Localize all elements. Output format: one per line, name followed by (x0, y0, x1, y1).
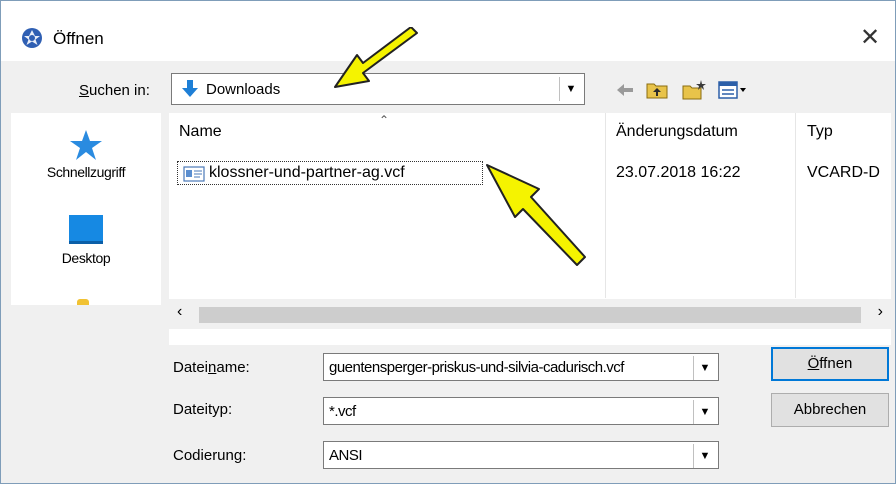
view-menu-icon[interactable] (717, 79, 747, 101)
column-header-name[interactable]: Name (179, 123, 222, 141)
column-header-date[interactable]: Änderungsdatum (616, 123, 738, 141)
download-arrow-icon (182, 80, 198, 97)
encoding-label: Codierung: (173, 447, 247, 464)
places-bar: Schnellzugriff Desktop (11, 113, 161, 305)
new-folder-icon[interactable] (681, 79, 707, 101)
chevron-down-icon[interactable]: ▼ (693, 400, 716, 424)
scroll-right-icon[interactable]: › (878, 303, 883, 321)
column-divider (795, 113, 796, 298)
up-folder-icon[interactable] (645, 79, 669, 101)
scroll-left-icon[interactable]: ‹ (177, 303, 182, 321)
place-desktop[interactable]: Desktop (11, 213, 161, 266)
chevron-down-icon[interactable]: ▼ (693, 444, 716, 468)
encoding-select[interactable]: ANSI ▼ (323, 441, 719, 469)
scroll-thumb[interactable] (199, 307, 861, 323)
filename-combo[interactable]: guentensperger-priskus-und-silvia-caduri… (323, 353, 719, 381)
filename-label-pre: Datei (173, 359, 209, 376)
encoding-value: ANSI (329, 447, 363, 464)
filename-input[interactable]: guentensperger-priskus-und-silvia-caduri… (329, 359, 624, 376)
column-divider (605, 113, 606, 298)
file-date: 23.07.2018 16:22 (616, 164, 741, 181)
vcard-file-icon (183, 166, 205, 182)
look-in-label-rest: uchen in: (89, 82, 150, 99)
title-bar: Öffnen ✕ (1, 1, 895, 61)
star-icon (70, 130, 102, 160)
app-icon (22, 28, 42, 48)
chevron-down-icon[interactable]: ▼ (559, 77, 582, 101)
filetype-value: *.vcf (329, 403, 356, 420)
open-button-accesskey: Ö (807, 355, 820, 372)
look-in-value: Downloads (206, 81, 281, 98)
place-label: Desktop (61, 250, 111, 266)
close-button[interactable]: ✕ (857, 25, 883, 51)
folder-icon (77, 299, 89, 305)
open-button[interactable]: Öffnen (771, 347, 889, 381)
sort-caret-icon: ⌃ (379, 113, 390, 127)
filename-label: Dateiname: (173, 359, 250, 376)
file-type: VCARD-D (807, 164, 880, 181)
back-arrow-icon[interactable] (615, 79, 635, 101)
chevron-down-icon[interactable]: ▼ (693, 356, 716, 380)
place-quick-access[interactable]: Schnellzugriff (11, 129, 161, 180)
place-label: Schnellzugriff (46, 164, 126, 180)
filetype-label: Dateityp: (173, 401, 233, 418)
window-title: Öffnen (53, 29, 104, 48)
open-button-label: ffnen (819, 355, 853, 372)
annotation-arrow-icon (334, 27, 418, 88)
filename-label-post: ame: (216, 359, 250, 376)
filetype-select[interactable]: *.vcf ▼ (323, 397, 719, 425)
horizontal-scrollbar[interactable]: ‹ › (169, 299, 891, 329)
desktop-icon (69, 215, 103, 244)
open-file-dialog: Öffnen ✕ Suchen in: Downloads ▼ Schnellz… (0, 0, 896, 484)
look-in-label: Suchen in: (79, 82, 150, 99)
column-header-type[interactable]: Typ (807, 123, 833, 141)
look-in-label-accesskey: S (79, 82, 90, 99)
cancel-button[interactable]: Abbrechen (771, 393, 889, 427)
annotation-arrow-icon (486, 164, 586, 266)
file-name: klossner-und-partner-ag.vcf (209, 164, 405, 181)
